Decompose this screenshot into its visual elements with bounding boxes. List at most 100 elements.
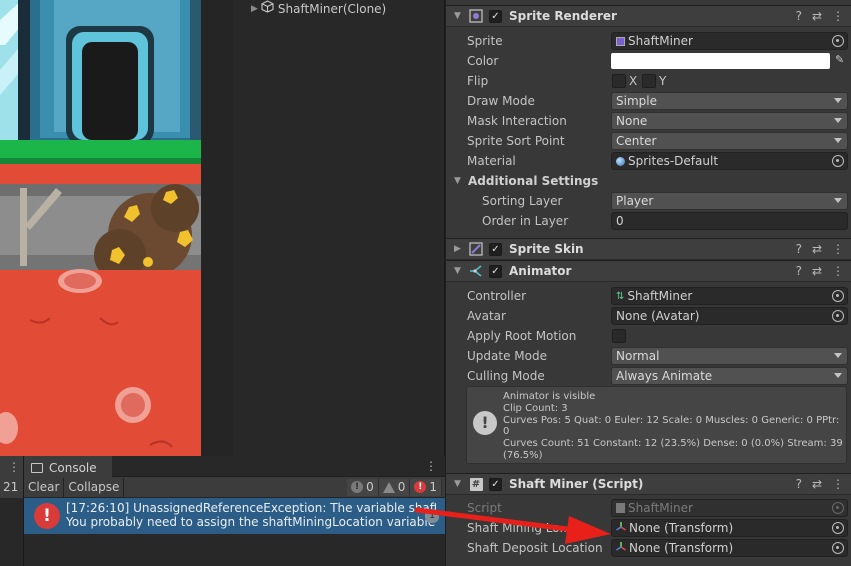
- controller-field[interactable]: ⇅ ShaftMiner: [611, 287, 848, 305]
- eyedropper-icon[interactable]: ✎: [835, 53, 844, 66]
- script-file-icon: [616, 503, 625, 513]
- field-value: None (Avatar): [616, 309, 700, 323]
- warning-icon: [382, 481, 395, 493]
- mask-interaction-dropdown[interactable]: None: [611, 112, 848, 130]
- hierarchy-item[interactable]: ▶ ShaftMiner(Clone): [233, 0, 444, 19]
- dropdown-arrow-icon: [834, 353, 842, 358]
- transform-icon: [616, 541, 626, 555]
- object-picker-icon[interactable]: [832, 290, 844, 302]
- log-message-line: You probably need to assign the shaftMin…: [66, 515, 436, 529]
- animator-info-box: ! Animator is visible Clip Count: 3 Curv…: [466, 386, 847, 464]
- sprite-skin-header[interactable]: ▶ ✓ Sprite Skin ? ⇄ ⋮: [446, 238, 851, 260]
- presets-icon[interactable]: ⇄: [812, 477, 822, 491]
- tab-console[interactable]: Console: [24, 456, 112, 477]
- component-enabled-checkbox[interactable]: ✓: [489, 9, 502, 23]
- culling-mode-dropdown[interactable]: Always Animate: [611, 367, 848, 385]
- kebab-menu-icon[interactable]: ⋮: [832, 264, 844, 278]
- flip-y-checkbox[interactable]: [642, 74, 656, 88]
- field-value: None (Transform): [629, 521, 734, 535]
- kebab-menu-icon[interactable]: ⋮: [832, 242, 844, 256]
- presets-icon[interactable]: ⇄: [812, 9, 822, 23]
- field-value: 0: [616, 214, 624, 228]
- component-enabled-checkbox[interactable]: ✓: [489, 242, 502, 256]
- scene-artwork: [0, 0, 201, 456]
- sorting-layer-row: Sorting Layer Player: [446, 191, 851, 211]
- draw-mode-dropdown[interactable]: Simple: [611, 92, 848, 110]
- animator-header[interactable]: ▼ ✓ Animator ? ⇄ ⋮: [446, 260, 851, 282]
- update-mode-dropdown[interactable]: Normal: [611, 347, 848, 365]
- flip-x-checkbox[interactable]: [612, 74, 626, 88]
- flip-y-label: Y: [659, 74, 667, 88]
- dropdown-arrow-icon: [834, 198, 842, 203]
- color-swatch[interactable]: [611, 53, 830, 69]
- warning-count: 0: [397, 480, 406, 494]
- object-picker-icon[interactable]: [832, 35, 844, 47]
- sprite-field[interactable]: ShaftMiner: [611, 32, 848, 50]
- shaft-mining-location-field[interactable]: None (Transform): [611, 519, 848, 537]
- chevron-right-icon[interactable]: ▶: [251, 0, 258, 19]
- sprite-row: Sprite ShaftMiner: [446, 31, 851, 51]
- field-label: Update Mode: [467, 349, 547, 363]
- field-value: ShaftMiner: [627, 289, 693, 303]
- hierarchy-item-label: ShaftMiner(Clone): [277, 2, 387, 16]
- object-picker-icon[interactable]: [832, 522, 844, 534]
- sorting-layer-dropdown[interactable]: Player: [611, 192, 848, 210]
- additional-settings-foldout[interactable]: ▼ Additional Settings: [446, 171, 851, 191]
- chevron-down-icon[interactable]: ▼: [454, 266, 464, 276]
- dropdown-value: Center: [616, 134, 657, 148]
- log-count-toggle[interactable]: ! 0: [347, 478, 379, 496]
- sort-point-dropdown[interactable]: Center: [611, 132, 848, 150]
- field-value: ShaftMiner: [628, 34, 693, 48]
- material-field[interactable]: Sprites-Default: [611, 152, 848, 170]
- chevron-down-icon[interactable]: ▼: [454, 11, 464, 21]
- kebab-menu-icon[interactable]: ⋮: [425, 459, 437, 473]
- object-picker-icon[interactable]: [832, 542, 844, 554]
- order-in-layer-input[interactable]: 0: [611, 212, 848, 230]
- hierarchy-panel[interactable]: ▶ ShaftMiner(Clone): [233, 0, 444, 456]
- help-icon[interactable]: ?: [796, 9, 802, 23]
- kebab-menu-icon[interactable]: ⋮: [0, 456, 23, 477]
- field-label: Culling Mode: [467, 369, 545, 383]
- kebab-menu-icon[interactable]: ⋮: [832, 9, 844, 23]
- component-enabled-checkbox[interactable]: ✓: [489, 264, 502, 278]
- chevron-down-icon[interactable]: ▼: [454, 176, 461, 186]
- component-enabled-checkbox[interactable]: ✓: [489, 477, 502, 491]
- log-message-line: [17:26:10] UnassignedReferenceException:…: [66, 501, 436, 515]
- help-icon[interactable]: ?: [796, 242, 802, 256]
- field-value: None (Transform): [629, 541, 734, 555]
- shaft-deposit-location-field[interactable]: None (Transform): [611, 539, 848, 557]
- error-count: 1: [429, 480, 437, 494]
- console-panel[interactable]: Console ⋮ Clear Collapse ! 0 0 ! 1 ! [17…: [24, 456, 445, 566]
- sprite-renderer-icon: [468, 9, 484, 23]
- script-field: ShaftMiner: [611, 499, 848, 517]
- chevron-right-icon[interactable]: ▶: [454, 244, 464, 254]
- avatar-field[interactable]: None (Avatar): [611, 307, 848, 325]
- console-log-entry[interactable]: ! [17:26:10] UnassignedReferenceExceptio…: [24, 498, 445, 534]
- field-label: Flip: [467, 74, 489, 88]
- inspector-panel[interactable]: ▼ ✓ Sprite Renderer ? ⇄ ⋮ Sprite ShaftMine…: [445, 0, 851, 566]
- console-icon: [31, 462, 43, 473]
- error-icon: !: [414, 481, 427, 493]
- collapse-button[interactable]: Collapse: [64, 477, 125, 497]
- chevron-down-icon[interactable]: ▼: [454, 479, 464, 489]
- shaft-miner-script-header[interactable]: ▼ # ✓ Shaft Miner (Script) ? ⇄ ⋮: [446, 473, 851, 495]
- scene-view[interactable]: [0, 0, 201, 456]
- dropdown-arrow-icon: [834, 373, 842, 378]
- object-picker-icon[interactable]: [832, 310, 844, 322]
- error-count-toggle[interactable]: ! 1: [410, 478, 442, 496]
- controller-row: Controller ⇅ ShaftMiner: [446, 286, 851, 306]
- help-icon[interactable]: ?: [796, 264, 802, 278]
- help-icon[interactable]: ?: [796, 477, 802, 491]
- presets-icon[interactable]: ⇄: [812, 242, 822, 256]
- clear-button[interactable]: Clear: [24, 477, 65, 497]
- info-line: Curves Pos: 5 Quat: 0 Euler: 12 Scale: 0…: [503, 414, 840, 438]
- object-picker-icon[interactable]: [832, 155, 844, 167]
- kebab-menu-icon[interactable]: ⋮: [832, 477, 844, 491]
- info-line: (76.5%): [503, 449, 543, 461]
- dropdown-value: Player: [616, 194, 654, 208]
- warning-count-toggle[interactable]: 0: [378, 478, 411, 496]
- presets-icon[interactable]: ⇄: [812, 264, 822, 278]
- apply-root-motion-checkbox[interactable]: [612, 329, 626, 343]
- field-label: Order in Layer: [482, 214, 569, 228]
- sprite-renderer-header[interactable]: ▼ ✓ Sprite Renderer ? ⇄ ⋮: [446, 5, 851, 27]
